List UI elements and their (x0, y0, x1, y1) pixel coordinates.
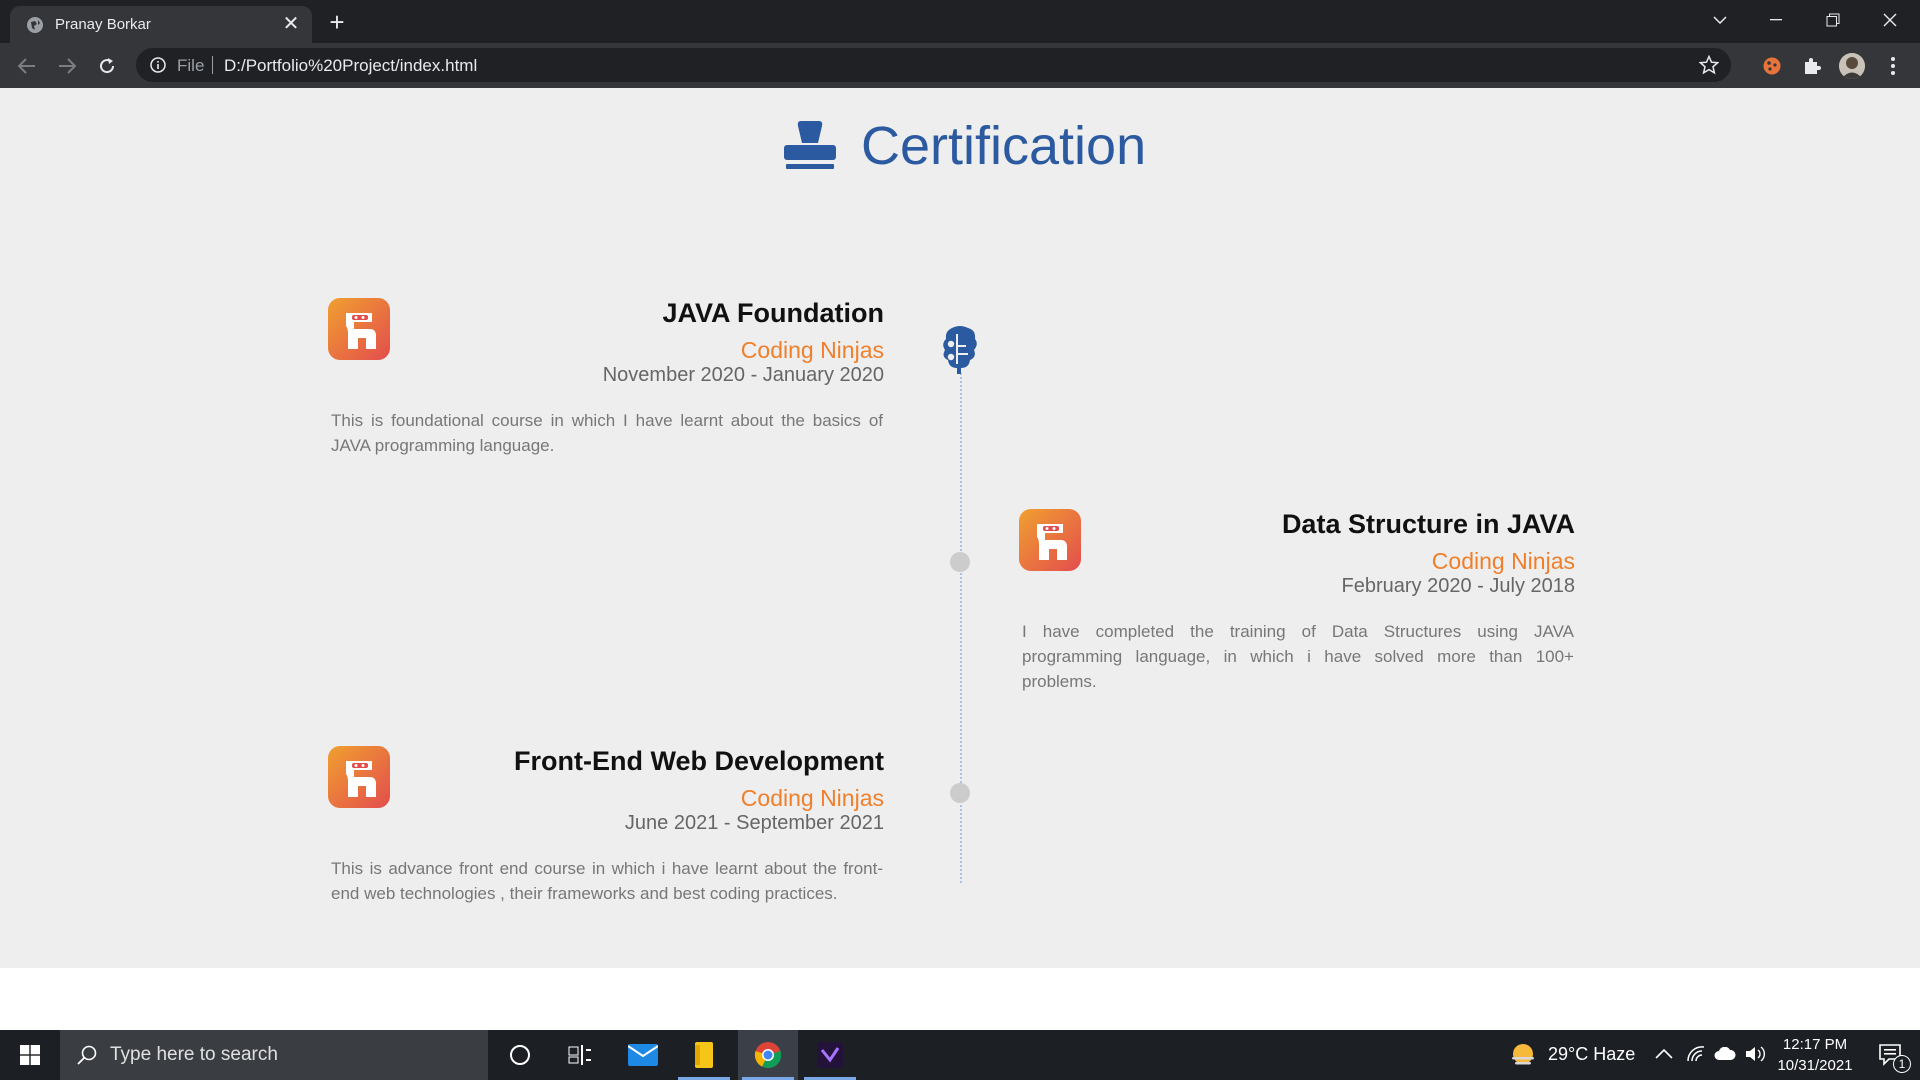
bookmark-star-icon[interactable] (1699, 55, 1719, 75)
file-explorer-button[interactable] (674, 1030, 734, 1080)
start-button[interactable] (0, 1030, 60, 1080)
search-icon (77, 1045, 97, 1065)
certification-title: Front-End Web Development (513, 746, 884, 776)
profile-avatar[interactable] (1839, 53, 1865, 79)
restore-icon (1826, 13, 1840, 27)
certification-issuer: Coding Ninjas (740, 337, 884, 363)
task-view-button[interactable] (550, 1030, 610, 1080)
notification-count-badge: 1 (1893, 1055, 1911, 1073)
close-window-button[interactable] (1862, 0, 1918, 40)
folder-icon (695, 1042, 713, 1068)
volume-icon[interactable] (1744, 1045, 1766, 1063)
certification-title: Data Structure in JAVA (1281, 509, 1575, 539)
task-view-icon (568, 1045, 591, 1065)
certification-issuer: Coding Ninjas (1431, 548, 1575, 574)
browser-menu-button[interactable] (1880, 53, 1906, 79)
weather-text[interactable]: 29°C Haze (1548, 1044, 1635, 1065)
chrome-icon (754, 1042, 782, 1069)
extension-cookie-button[interactable] (1759, 53, 1785, 79)
back-button[interactable] (12, 51, 42, 81)
cortana-circle-icon (510, 1045, 530, 1065)
visual-studio-icon (817, 1042, 843, 1068)
network-icon[interactable] (1686, 1045, 1706, 1063)
divider (212, 56, 213, 74)
address-bar[interactable]: File D:/Portfolio%20Project/index.html (136, 48, 1731, 82)
reload-button[interactable] (92, 51, 122, 81)
certification-dates: June 2021 - September 2021 (624, 812, 884, 834)
browser-tab[interactable]: Pranay Borkar ✕ (10, 6, 312, 43)
mail-icon (628, 1044, 658, 1066)
cookie-icon (1763, 57, 1781, 75)
minimize-icon (1770, 19, 1782, 21)
url-text[interactable]: D:/Portfolio%20Project/index.html (224, 56, 477, 76)
web-page: Certification JAVA Foundation Coding Nin… (0, 88, 1920, 1030)
action-center-button[interactable]: 1 (1864, 1030, 1920, 1080)
certification-dates: February 2020 - July 2018 (1341, 575, 1575, 597)
tab-search-button[interactable] (1692, 0, 1748, 40)
chrome-button[interactable] (738, 1030, 798, 1080)
certification-description: I have completed the training of Data St… (1022, 622, 1574, 691)
puzzle-icon (1805, 58, 1821, 74)
certification-dates: November 2020 - January 2020 (602, 364, 884, 386)
minimize-button[interactable] (1748, 0, 1804, 40)
arrow-left-icon (18, 58, 35, 74)
coding-ninjas-logo (328, 746, 390, 808)
system-clock[interactable]: 12:17 PM 10/31/2021 (1765, 1034, 1865, 1076)
timeline-dot (950, 552, 970, 572)
more-vert-icon (1891, 57, 1895, 75)
cortana-button[interactable] (490, 1030, 550, 1080)
certification-issuer: Coding Ninjas (740, 785, 884, 811)
forward-button[interactable] (52, 51, 82, 81)
onedrive-cloud-icon[interactable] (1714, 1047, 1736, 1061)
reload-icon (100, 58, 115, 74)
stamp-icon (784, 121, 836, 169)
timeline-line (960, 373, 962, 883)
scheme-label: File (177, 56, 205, 75)
brain-icon (943, 326, 977, 374)
tab-strip: Pranay Borkar ✕ + (0, 0, 1920, 43)
taskbar-search-box[interactable]: Type here to search (60, 1030, 488, 1080)
certification-section: Certification JAVA Foundation Coding Nin… (0, 88, 1920, 968)
search-placeholder: Type here to search (110, 1044, 278, 1065)
weather-haze-icon (1512, 1044, 1534, 1065)
certification-description: This is foundational course in which I h… (331, 411, 883, 455)
tab-close-icon[interactable]: ✕ (280, 13, 302, 35)
certification-description: This is advance front end course in whic… (331, 859, 883, 903)
globe-icon (27, 17, 43, 33)
extensions-button[interactable] (1799, 53, 1825, 79)
timeline-dot (950, 783, 970, 803)
windows-taskbar: Type here to search 29°C Haze 12:17 PM 1… (0, 1030, 1920, 1080)
arrow-right-icon (59, 58, 76, 74)
new-tab-button[interactable]: + (323, 8, 351, 36)
chevron-up-icon[interactable] (1655, 1048, 1673, 1060)
page-title: Certification (861, 116, 1147, 176)
mail-app-button[interactable] (613, 1030, 673, 1080)
browser-toolbar: File D:/Portfolio%20Project/index.html (0, 43, 1920, 88)
close-icon (1883, 13, 1897, 27)
visual-studio-button[interactable] (800, 1030, 860, 1080)
clock-date: 10/31/2021 (1777, 1057, 1853, 1074)
chevron-down-icon (1713, 16, 1727, 24)
tab-title: Pranay Borkar (55, 16, 151, 33)
avatar-icon (1839, 53, 1865, 79)
certification-title: JAVA Foundation (662, 298, 884, 328)
coding-ninjas-logo (328, 298, 390, 360)
info-icon[interactable] (150, 57, 166, 73)
coding-ninjas-logo (1019, 509, 1081, 571)
restore-button[interactable] (1805, 0, 1861, 40)
windows-logo-icon (20, 1045, 40, 1065)
clock-time: 12:17 PM (1782, 1036, 1848, 1053)
